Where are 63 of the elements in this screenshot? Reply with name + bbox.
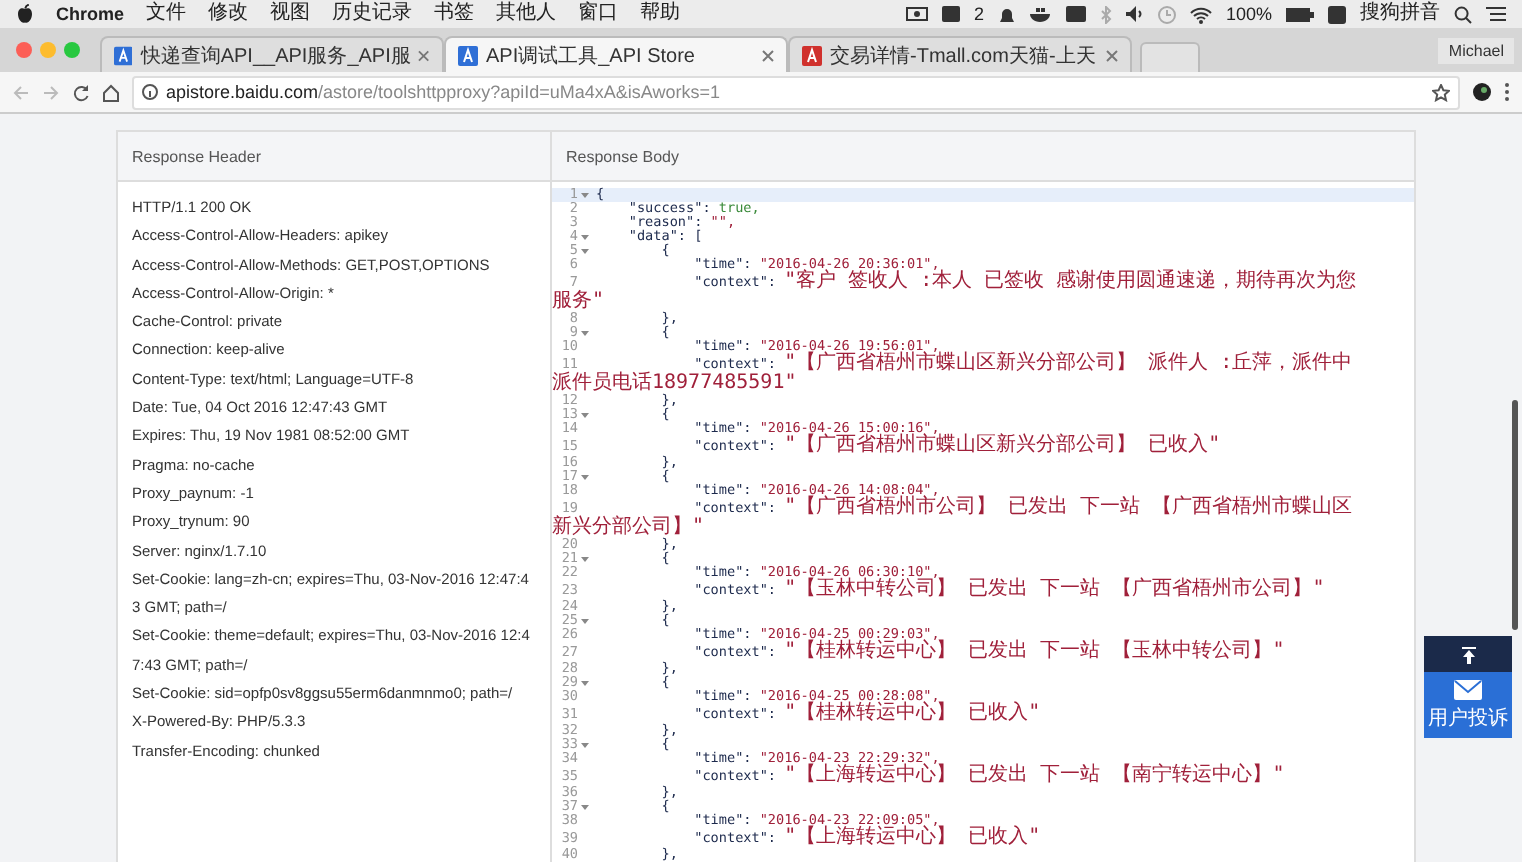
fold-arrow-icon[interactable] <box>580 616 590 626</box>
extension-icon[interactable] <box>1472 82 1492 102</box>
back-to-top-button[interactable] <box>1424 636 1512 672</box>
bluetooth-icon[interactable] <box>1099 5 1112 23</box>
fold-arrow-icon[interactable] <box>580 802 590 812</box>
star-icon[interactable] <box>1432 83 1450 101</box>
code-line: 服务" <box>552 292 605 312</box>
code-line: 新兴分部公司】" <box>552 518 705 538</box>
complaint-button[interactable]: 用户投诉 <box>1424 672 1512 738</box>
app-icon[interactable] <box>941 6 960 22</box>
menu-item[interactable]: 文件 <box>146 0 187 28</box>
close-icon[interactable] <box>1106 49 1118 61</box>
menu-item[interactable]: 历史记录 <box>332 0 413 28</box>
up-arrow-icon <box>1461 645 1475 663</box>
menu-item[interactable]: 帮助 <box>640 0 681 28</box>
home-icon[interactable] <box>102 83 120 101</box>
scrollbar[interactable] <box>1512 400 1518 630</box>
address-bar[interactable]: apistore.baidu.com/astore/toolshttpproxy?apiId=uMa4xA&isAworks=1 <box>132 75 1460 109</box>
keyboard-icon[interactable] <box>1328 5 1346 23</box>
info-icon <box>142 84 158 100</box>
logo-icon <box>16 4 34 24</box>
browser-tab[interactable]: 交易详情-Tmall.com天猫-上天 <box>788 36 1132 72</box>
close-icon[interactable] <box>418 49 430 61</box>
battery-icon[interactable] <box>1286 7 1314 21</box>
camera-icon[interactable] <box>905 6 928 22</box>
search-icon[interactable] <box>1454 5 1472 23</box>
fold-arrow-icon[interactable] <box>580 190 590 200</box>
close-icon[interactable] <box>762 49 774 61</box>
menu-item[interactable]: 修改 <box>208 0 249 28</box>
panel-title: Response Body <box>566 147 679 165</box>
input-method-label[interactable]: 搜狗拼音 <box>1360 0 1440 28</box>
fold-arrow-icon[interactable] <box>580 410 590 420</box>
clock-icon[interactable] <box>1157 5 1176 23</box>
display-icon[interactable] <box>1065 6 1086 22</box>
wifi-icon[interactable] <box>1189 5 1212 23</box>
menu-item[interactable]: 视图 <box>270 0 311 28</box>
bell-icon[interactable] <box>997 5 1016 23</box>
more-icon[interactable] <box>1504 82 1510 102</box>
battery-percentage: 100% <box>1225 2 1272 28</box>
list-icon[interactable] <box>1486 6 1506 22</box>
fold-arrow-icon[interactable] <box>580 328 590 338</box>
reload-icon[interactable] <box>72 83 90 101</box>
fold-arrow-icon[interactable] <box>580 554 590 564</box>
notification-count: 2 <box>973 2 984 28</box>
menu-item[interactable]: 其他人 <box>496 0 557 28</box>
fold-arrow-icon[interactable] <box>580 740 590 750</box>
panel-title: Response Header <box>132 147 261 165</box>
browser-tab[interactable]: 快递查询API__API服务_API服 <box>100 36 444 72</box>
fold-arrow-icon[interactable] <box>580 472 590 482</box>
menu-item[interactable]: 窗口 <box>578 0 619 28</box>
menu-item[interactable]: 书签 <box>434 0 475 28</box>
mail-icon <box>1454 680 1482 700</box>
profile-button[interactable]: Michael <box>1438 37 1514 63</box>
fold-arrow-icon[interactable] <box>580 678 590 688</box>
fold-arrow-icon[interactable] <box>580 232 590 242</box>
code-line: 派件员电话18977485591" <box>552 374 797 394</box>
close-window-button[interactable] <box>16 42 32 58</box>
forward-icon[interactable] <box>42 83 60 101</box>
menu-item[interactable]: Chrome <box>56 0 125 28</box>
fold-arrow-icon[interactable] <box>580 246 590 256</box>
browser-tab[interactable]: API调试工具_API Store <box>444 36 788 72</box>
volume-icon[interactable] <box>1125 6 1144 22</box>
back-icon[interactable] <box>12 83 30 101</box>
